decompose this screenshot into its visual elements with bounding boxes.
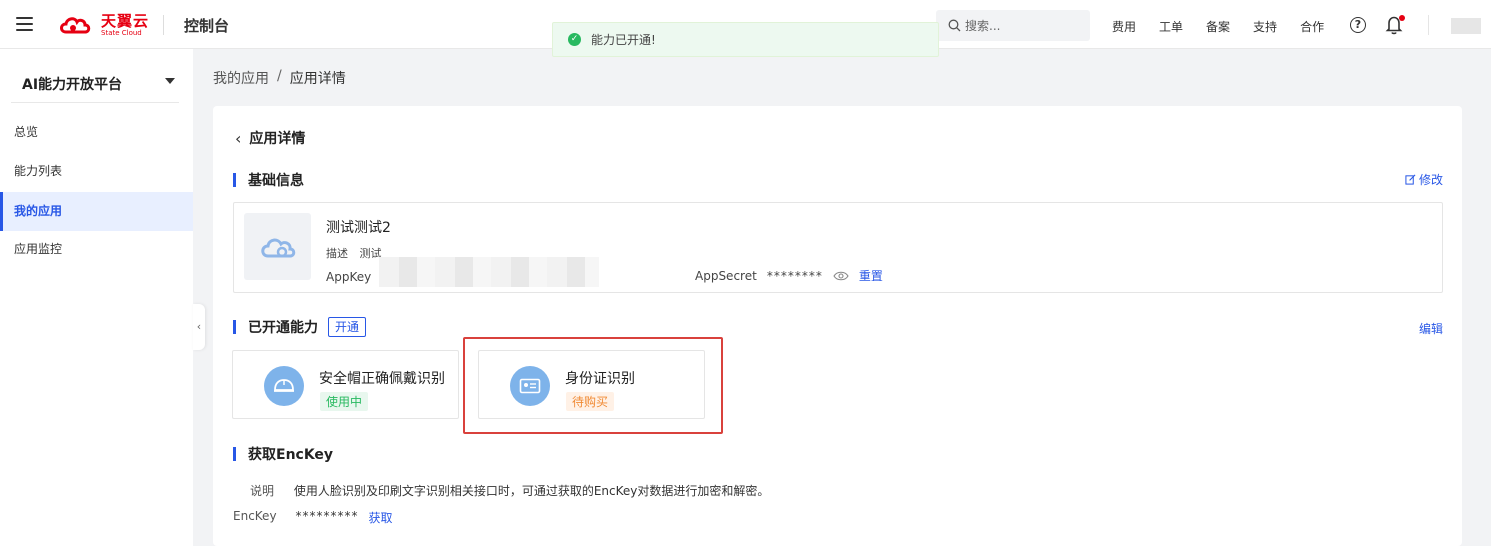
notification-dot <box>1399 15 1405 21</box>
status-badge: 待购买 <box>566 392 615 411</box>
search-box[interactable] <box>936 10 1090 41</box>
app-detail-card: ‹ 应用详情 基础信息 修改 测试测试2 描述 测试 AppKey AppSec… <box>213 106 1462 546</box>
section-capabilities: 已开通能力 开通 <box>233 317 367 337</box>
reset-secret-button[interactable]: 重置 <box>859 267 883 284</box>
sidebar: AI能力开放平台 总览 能力列表 我的应用 应用监控 <box>0 49 193 546</box>
section-label: 基础信息 <box>248 173 304 189</box>
sidebar-title: AI能力开放平台 <box>22 76 123 93</box>
enckey-value: ********* <box>295 509 359 523</box>
appsecret-label: AppSecret <box>695 268 757 283</box>
nav-filing[interactable]: 备案 <box>1206 18 1230 35</box>
check-circle-icon: ✓ <box>568 33 581 46</box>
desc-label: 说明 <box>250 484 275 498</box>
appkey-row: AppKey <box>326 257 600 287</box>
brand-logo[interactable]: 天翼云 State Cloud <box>58 12 149 38</box>
capability-card-id-card[interactable]: 身份证识别 待购买 <box>478 350 705 419</box>
modify-button[interactable]: 修改 <box>1405 171 1443 188</box>
capability-card-helmet[interactable]: 安全帽正确佩戴识别 使用中 <box>232 350 459 419</box>
section-marker <box>233 173 236 187</box>
sidebar-item-capability-list[interactable]: 能力列表 <box>0 152 193 191</box>
open-capability-button[interactable]: 开通 <box>328 317 367 337</box>
desc-value: 测试 <box>359 247 382 260</box>
toast-message: 能力已开通! <box>591 33 656 47</box>
appsecret-value: ******** <box>766 268 823 283</box>
id-card-icon <box>510 366 550 406</box>
chevron-left-icon: ‹ <box>235 128 242 148</box>
hamburger-menu-icon[interactable] <box>16 17 33 31</box>
breadcrumb-my-apps[interactable]: 我的应用 <box>213 68 269 88</box>
edit-capabilities-button[interactable]: 编辑 <box>1419 320 1443 337</box>
console-title[interactable]: 控制台 <box>184 15 229 36</box>
nav-tickets[interactable]: 工单 <box>1159 18 1183 35</box>
appkey-value-redacted <box>379 257 600 287</box>
back-button[interactable]: ‹ 应用详情 <box>235 128 305 148</box>
help-icon[interactable]: ? <box>1350 17 1366 33</box>
app-name: 测试测试2 <box>326 220 391 236</box>
divider <box>163 15 164 35</box>
avatar[interactable] <box>1451 18 1481 34</box>
enckey-description: 说明 使用人脸识别及印刷文字识别相关接口时，可通过获取的EncKey对数据进行加… <box>250 482 769 499</box>
bell-icon[interactable] <box>1385 15 1405 35</box>
breadcrumb-separator: / <box>277 68 282 84</box>
page-title: 应用详情 <box>249 131 306 147</box>
eye-icon[interactable] <box>833 271 849 281</box>
brand-name-en: State Cloud <box>101 28 142 37</box>
caret-down-icon <box>165 78 175 84</box>
scrollbar[interactable] <box>1480 60 1488 546</box>
nav-billing[interactable]: 费用 <box>1112 18 1136 35</box>
enckey-row: EncKey ********* 获取 <box>233 509 393 526</box>
modify-label: 修改 <box>1419 173 1444 187</box>
breadcrumb-current: 应用详情 <box>289 71 346 87</box>
divider <box>1428 15 1429 35</box>
cloud-sync-icon <box>260 238 295 257</box>
search-icon <box>948 19 961 32</box>
brand-name-cn: 天翼云 <box>101 11 150 30</box>
app-info-box: 测试测试2 描述 测试 AppKey AppSecret ******** 重置 <box>233 202 1443 293</box>
app-icon <box>244 213 311 280</box>
desc-label: 描述 <box>326 247 348 260</box>
fetch-enckey-button[interactable]: 获取 <box>369 509 393 526</box>
helmet-icon <box>264 366 304 406</box>
section-basic-info: 基础信息 <box>233 170 304 190</box>
breadcrumb: 我的应用 / 应用详情 <box>213 68 346 88</box>
enckey-label: EncKey <box>233 509 277 523</box>
appsecret-row: AppSecret ******** 重置 <box>695 267 883 284</box>
sidebar-item-my-apps[interactable]: 我的应用 <box>0 192 193 231</box>
section-label: 获取EncKey <box>248 447 334 463</box>
section-marker <box>233 320 236 334</box>
section-label: 已开通能力 <box>248 320 318 336</box>
section-marker <box>233 447 236 461</box>
search-input[interactable] <box>965 18 1085 33</box>
cloud-logo-icon <box>60 17 91 34</box>
capability-name: 身份证识别 <box>565 371 635 387</box>
sidebar-item-overview[interactable]: 总览 <box>0 113 193 152</box>
app-description: 描述 测试 <box>326 245 382 261</box>
success-toast: ✓ 能力已开通! <box>552 22 939 57</box>
desc-text: 使用人脸识别及印刷文字识别相关接口时，可通过获取的EncKey对数据进行加密和解… <box>293 484 770 498</box>
appkey-label: AppKey <box>326 270 372 284</box>
nav-support[interactable]: 支持 <box>1253 18 1277 35</box>
top-nav: 费用 工单 备案 支持 合作 <box>1112 18 1347 35</box>
edit-icon <box>1405 174 1416 185</box>
status-badge: 使用中 <box>320 392 369 411</box>
nav-partner[interactable]: 合作 <box>1300 18 1324 35</box>
capability-name: 安全帽正确佩戴识别 <box>319 371 445 387</box>
section-enckey: 获取EncKey <box>233 444 333 464</box>
sidebar-collapse-button[interactable]: ‹ <box>193 304 205 350</box>
sidebar-item-app-monitor[interactable]: 应用监控 <box>0 230 193 269</box>
platform-switcher[interactable]: AI能力开放平台 <box>11 65 179 103</box>
